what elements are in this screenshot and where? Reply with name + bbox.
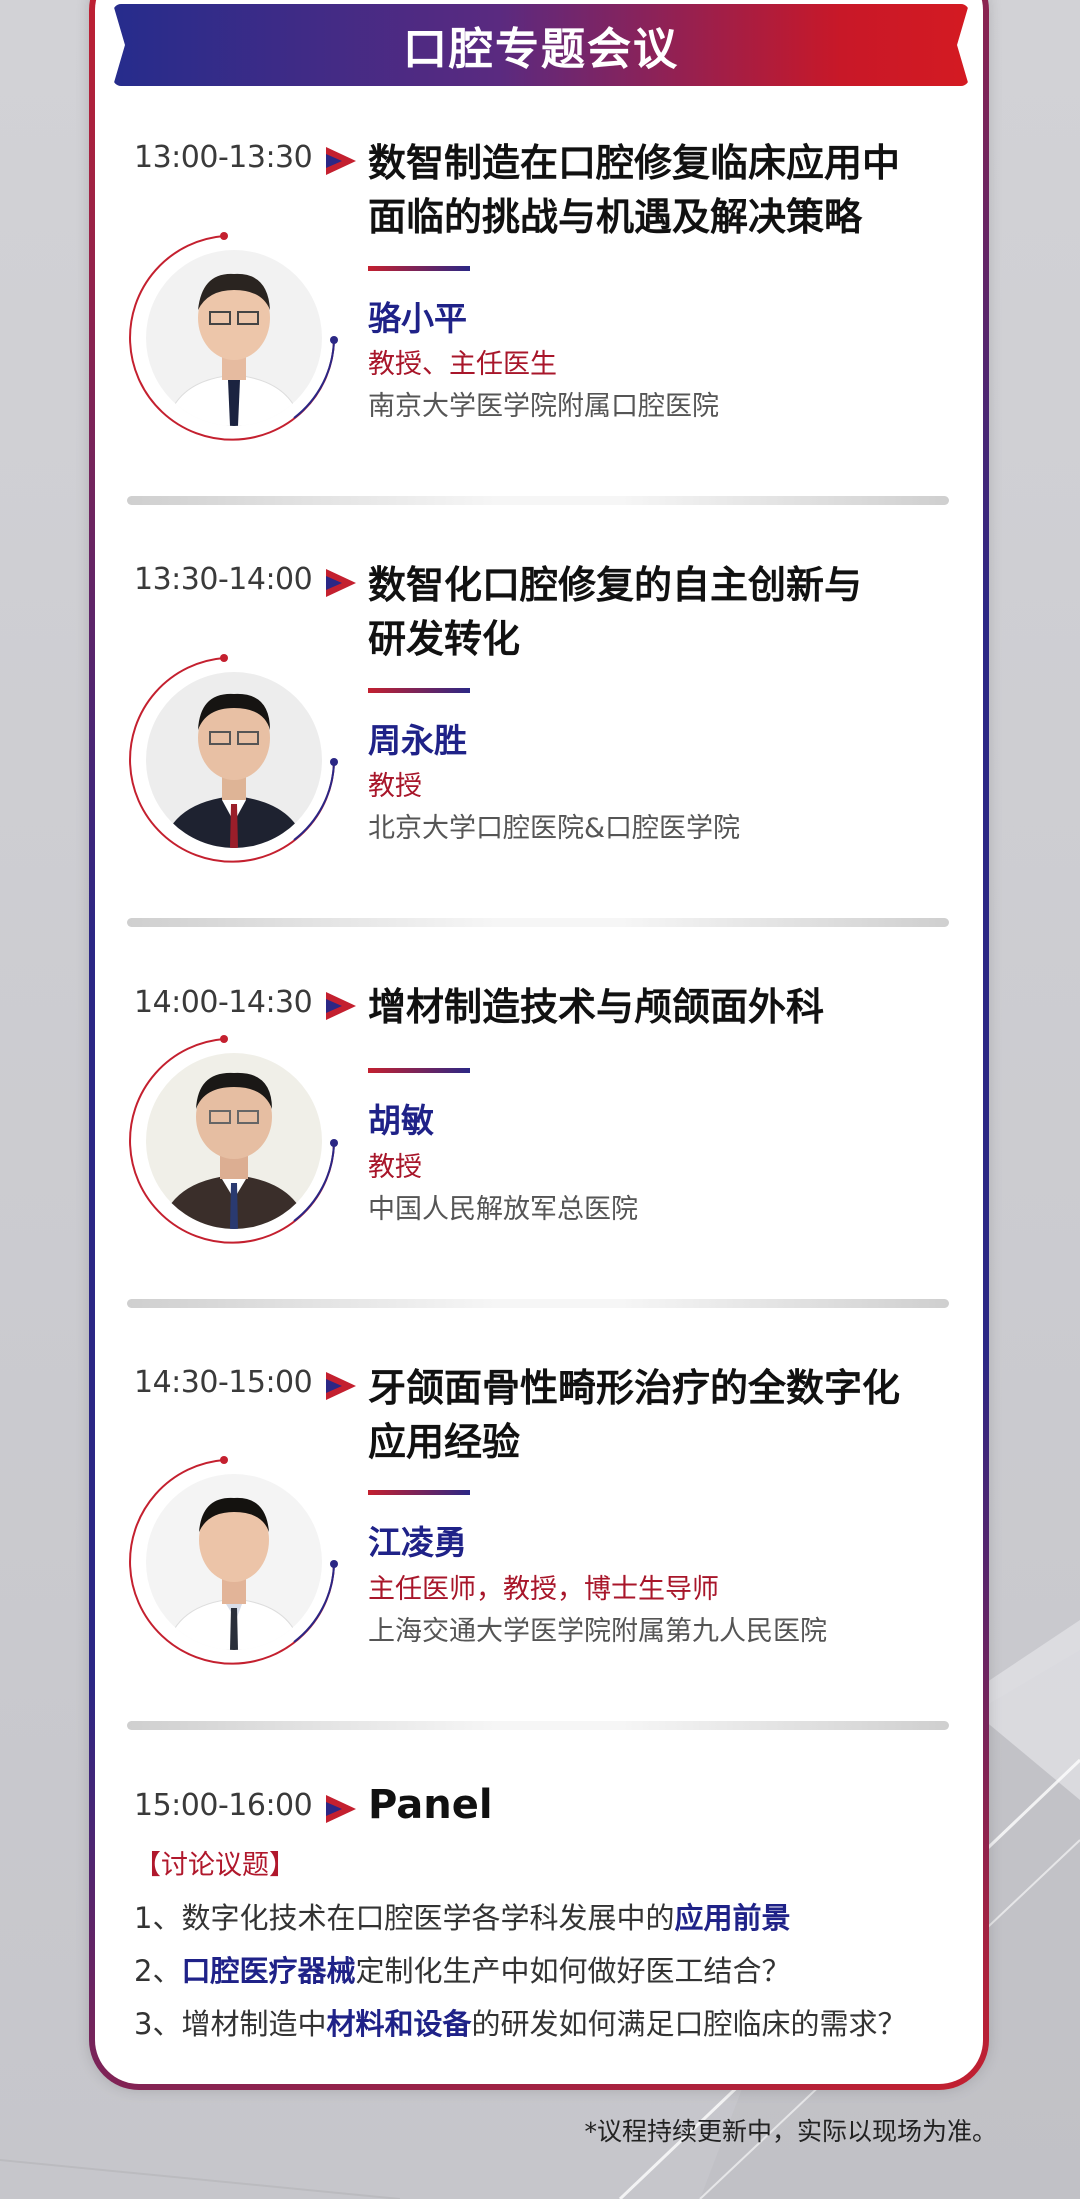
session-time: 14:30-15:00: [134, 1365, 313, 1400]
panel-title: Panel: [368, 1782, 493, 1828]
speaker-role: 教授: [368, 771, 422, 802]
speaker-accent-line: [368, 688, 470, 693]
play-arrow-icon: [326, 992, 356, 1020]
speaker-role: 主任医师，教授，博士生导师: [368, 1574, 719, 1605]
speaker-org: 中国人民解放军总医院: [368, 1194, 638, 1225]
speaker-portrait: [124, 1452, 344, 1672]
speaker-name: 江凌勇: [368, 1523, 467, 1562]
header-banner: 口腔专题会议: [113, 4, 969, 86]
session-time: 14:00-14:30: [134, 985, 313, 1020]
session-time: 15:00-16:00: [134, 1788, 313, 1823]
speaker-role: 教授、主任医生: [368, 349, 557, 380]
speaker-photo: [146, 1474, 322, 1650]
topic-item-1: 1、数字化技术在口腔医学各学科发展中的应用前景: [134, 1901, 791, 1935]
speaker-accent-line: [368, 266, 470, 271]
section-divider: [127, 918, 949, 927]
topics-label: 【讨论议题】: [134, 1850, 296, 1881]
section-divider: [127, 1721, 949, 1730]
session-title: 数智制造在口腔修复临床应用中 面临的挑战与机遇及解决策略: [368, 141, 901, 239]
section-divider: [127, 1299, 949, 1308]
speaker-accent-line: [368, 1490, 470, 1495]
speaker-role: 教授: [368, 1152, 422, 1183]
play-arrow-icon: [326, 1795, 356, 1823]
speaker-org: 南京大学医学院附属口腔医院: [368, 391, 719, 422]
play-arrow-icon: [326, 147, 356, 175]
speaker-name: 胡敏: [368, 1101, 434, 1140]
speaker-photo: [146, 1053, 322, 1229]
speaker-name: 骆小平: [368, 299, 467, 338]
topic-item-3: 3、增材制造中材料和设备的研发如何满足口腔临床的需求？: [134, 2007, 907, 2041]
speaker-photo: [146, 672, 322, 848]
play-arrow-icon: [326, 569, 356, 597]
topic-item-2: 2、口腔医疗器械定制化生产中如何做好医工结合？: [134, 1954, 791, 1988]
session-time: 13:00-13:30: [134, 140, 313, 175]
speaker-portrait: [124, 228, 344, 448]
speaker-org: 上海交通大学医学院附属第九人民医院: [368, 1616, 827, 1647]
speaker-accent-line: [368, 1068, 470, 1073]
session-title: 增材制造技术与颅颌面外科: [368, 985, 825, 1029]
footnote: *议程持续更新中，实际以现场为准。: [584, 2117, 997, 2146]
play-arrow-icon: [326, 1372, 356, 1400]
session-title: 牙颌面骨性畸形治疗的全数字化 应用经验: [368, 1366, 901, 1464]
page-title: 口腔专题会议: [403, 24, 679, 75]
speaker-org: 北京大学口腔医院&口腔医学院: [368, 813, 741, 844]
speaker-name: 周永胜: [368, 721, 467, 760]
session-title: 数智化口腔修复的自主创新与 研发转化: [368, 563, 863, 661]
speaker-photo: [146, 250, 322, 426]
speaker-portrait: [124, 650, 344, 870]
section-divider: [127, 496, 949, 505]
speaker-portrait: [124, 1031, 344, 1251]
session-time: 13:30-14:00: [134, 562, 313, 597]
